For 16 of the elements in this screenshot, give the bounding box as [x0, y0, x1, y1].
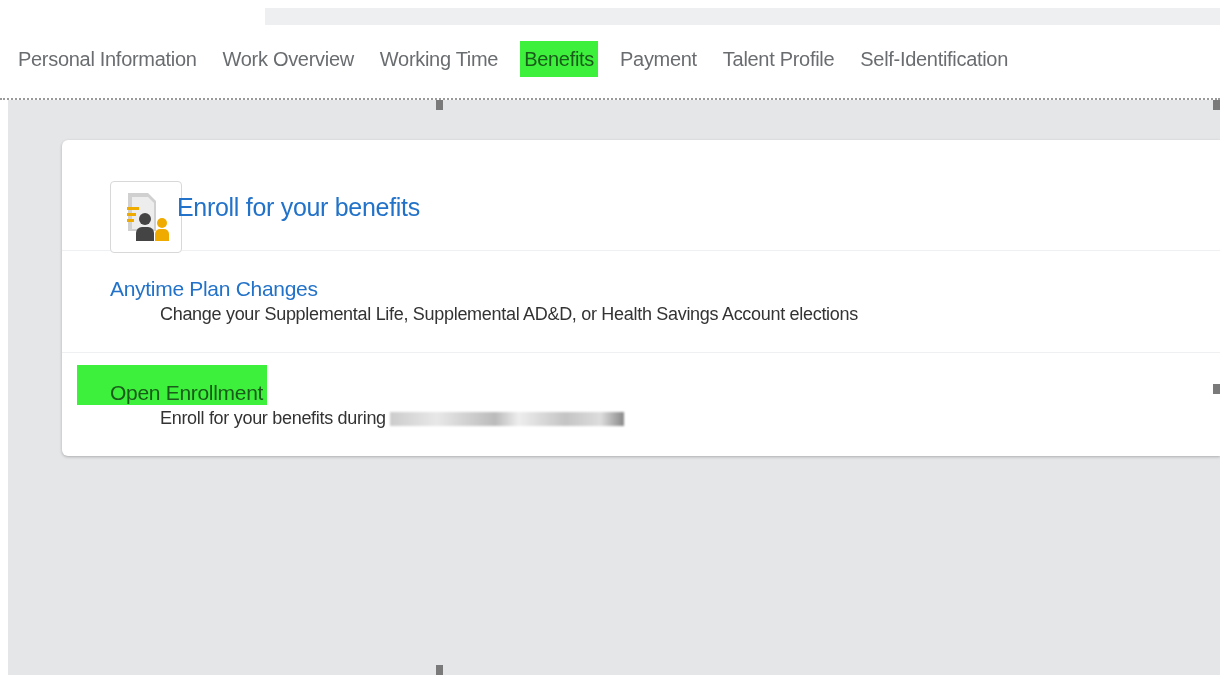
tab[interactable]: Personal Information [18, 41, 197, 77]
resize-handle[interactable] [436, 100, 443, 110]
tab[interactable]: Talent Profile [722, 41, 835, 77]
item-link[interactable]: Open Enrollment [77, 365, 268, 405]
tab[interactable]: Work Overview [222, 41, 354, 77]
resize-handle[interactable] [1213, 100, 1220, 110]
tab[interactable]: Working Time [379, 41, 499, 77]
card-title: Enroll for your benefits [177, 192, 420, 222]
item-link[interactable]: Anytime Plan Changes [110, 277, 318, 301]
resize-handle[interactable] [1213, 384, 1220, 394]
item-description: Change your Supplemental Life, Supplemental AD&D, or Health Savings Account elections [160, 304, 858, 325]
tab[interactable]: Self-Identification [860, 41, 1008, 77]
tab[interactable]: Benefits [520, 41, 599, 77]
resize-handle[interactable] [436, 665, 443, 675]
item-description: Enroll for your benefits during [160, 408, 386, 429]
tab[interactable]: Payment [620, 41, 697, 77]
